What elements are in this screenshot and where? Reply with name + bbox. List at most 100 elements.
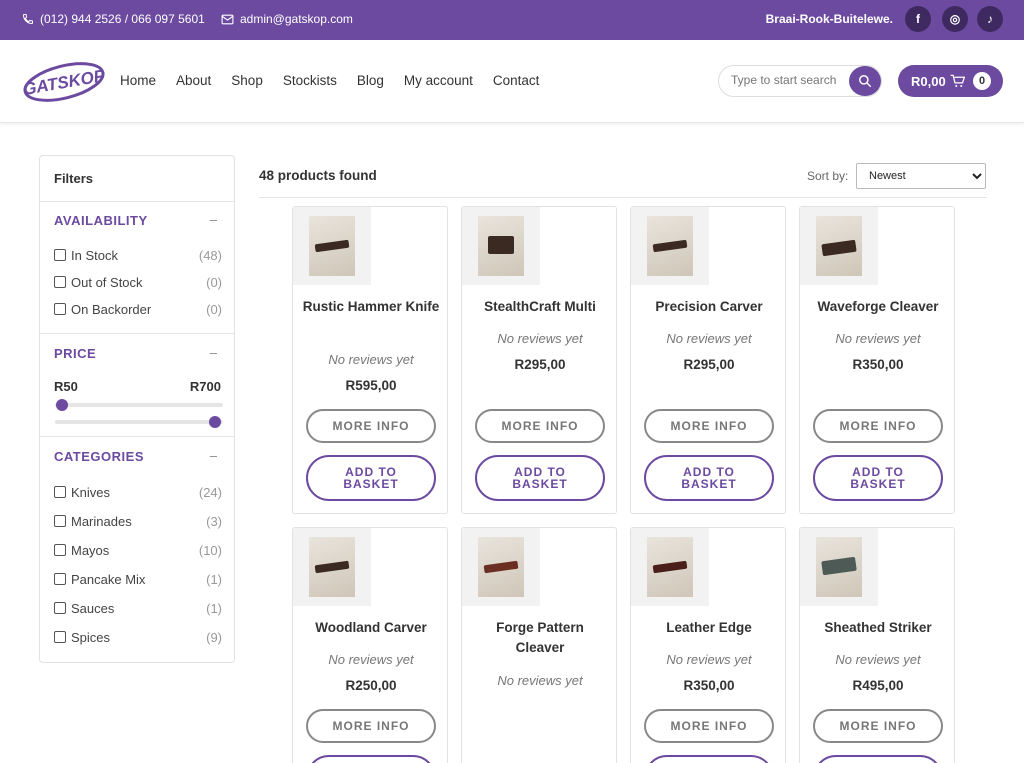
filter-category-sauces[interactable]: Sauces (1) (54, 599, 222, 617)
product-card[interactable]: Woodland Carver No reviews yet R250,00 M… (292, 527, 448, 763)
filter-count: (1) (206, 571, 222, 587)
filter-count: (24) (198, 484, 222, 500)
nav-home[interactable]: Home (120, 73, 156, 88)
product-name[interactable]: Woodland Carver (301, 618, 441, 638)
nav-stockists[interactable]: Stockists (283, 73, 337, 88)
divider (259, 197, 987, 198)
email-contact[interactable]: admin@gatskop.com (221, 12, 353, 26)
checkbox[interactable] (54, 573, 66, 585)
filter-category-mayos[interactable]: Mayos (10) (54, 541, 222, 559)
product-name[interactable]: Leather Edge (639, 618, 779, 638)
facebook-icon[interactable]: f (905, 6, 931, 32)
product-image[interactable] (462, 528, 540, 606)
price-slider-min-handle[interactable] (56, 399, 68, 411)
availability-heading[interactable]: AVAILABILITY (54, 213, 148, 228)
checkbox[interactable] (54, 303, 66, 315)
product-name[interactable]: StealthCraft Multi (470, 297, 610, 317)
filter-label: Sauces (71, 600, 115, 616)
nav-contact[interactable]: Contact (493, 73, 540, 88)
filter-count: (48) (198, 247, 222, 263)
product-image[interactable] (800, 528, 878, 606)
mail-icon (221, 14, 234, 24)
more-info-button[interactable]: MORE INFO (644, 409, 774, 443)
filter-out-of-stock[interactable]: Out of Stock (0) (54, 273, 222, 291)
product-image[interactable] (293, 207, 371, 285)
filter-on-backorder[interactable]: On Backorder (0) (54, 300, 222, 318)
top-bar: (012) 944 2526 / 066 097 5601 admin@gats… (0, 0, 1024, 40)
more-info-button[interactable]: MORE INFO (813, 409, 943, 443)
add-to-basket-button[interactable]: ADD TO BASKET (306, 455, 436, 501)
more-info-button[interactable]: MORE INFO (475, 409, 605, 443)
product-card[interactable]: Sheathed Striker No reviews yet R495,00 … (799, 527, 955, 763)
product-price: R350,00 (852, 357, 904, 372)
search-icon (859, 75, 871, 87)
product-image[interactable] (462, 207, 540, 285)
filter-label: Spices (71, 629, 111, 645)
categories-heading[interactable]: CATEGORIES (54, 449, 144, 464)
filter-in-stock[interactable]: In Stock (48) (54, 246, 222, 264)
product-card[interactable]: Leather Edge No reviews yet R350,00 MORE… (630, 527, 786, 763)
add-to-basket-button[interactable]: ADD TO BASKET (813, 455, 943, 501)
filter-label: In Stock (71, 247, 118, 263)
product-image[interactable] (800, 207, 878, 285)
nav-my-account[interactable]: My account (404, 73, 473, 88)
add-to-basket-button[interactable]: ADD TO BASKET (644, 455, 774, 501)
filter-count: (10) (198, 542, 222, 558)
product-name[interactable]: Precision Carver (639, 297, 779, 317)
checkbox[interactable] (54, 631, 66, 643)
filter-category-knives[interactable]: Knives (24) (54, 483, 222, 501)
product-reviews: No reviews yet (497, 673, 583, 688)
add-to-basket-button[interactable]: ADD TO BASKET (813, 755, 943, 763)
product-name[interactable]: Sheathed Striker (808, 618, 948, 638)
cart-button[interactable]: R0,00 0 (898, 65, 1003, 97)
product-name[interactable]: Waveforge Cleaver (808, 297, 948, 317)
checkbox[interactable] (54, 276, 66, 288)
price-collapse-icon[interactable]: – (210, 345, 217, 360)
availability-collapse-icon[interactable]: – (210, 212, 217, 227)
product-card[interactable]: Precision Carver No reviews yet R295,00 … (630, 206, 786, 514)
filter-count: (0) (206, 274, 222, 290)
product-price: R295,00 (683, 357, 735, 372)
price-heading[interactable]: PRICE (54, 346, 96, 361)
tiktok-icon[interactable]: ♪ (977, 6, 1003, 32)
checkbox[interactable] (54, 249, 66, 261)
add-to-basket-button[interactable]: ADD TO BASKET (306, 755, 436, 763)
product-card[interactable]: StealthCraft Multi No reviews yet R295,0… (461, 206, 617, 514)
more-info-button[interactable]: MORE INFO (644, 709, 774, 743)
categories-collapse-icon[interactable]: – (210, 448, 217, 463)
nav-about[interactable]: About (176, 73, 211, 88)
product-card[interactable]: Rustic Hammer Knife No reviews yet R595,… (292, 206, 448, 514)
more-info-button[interactable]: MORE INFO (306, 409, 436, 443)
product-image[interactable] (631, 207, 709, 285)
product-image[interactable] (293, 528, 371, 606)
filter-category-marinades[interactable]: Marinades (3) (54, 512, 222, 530)
filter-category-spices[interactable]: Spices (9) (54, 628, 222, 646)
add-to-basket-button[interactable]: ADD TO BASKET (644, 755, 774, 763)
product-card[interactable]: Forge Pattern Cleaver No reviews yet (461, 527, 617, 763)
more-info-button[interactable]: MORE INFO (306, 709, 436, 743)
instagram-icon[interactable]: ◎ (942, 6, 968, 32)
product-name[interactable]: Forge Pattern Cleaver (470, 618, 610, 658)
slogan: Braai-Rook-Buitelewe. (765, 12, 893, 26)
gatskop-logo[interactable]: GATSKOP (22, 58, 106, 106)
filter-count: (0) (206, 301, 222, 317)
phone-contact[interactable]: (012) 944 2526 / 066 097 5601 (22, 12, 205, 26)
product-name[interactable]: Rustic Hammer Knife (301, 297, 441, 317)
sort-select[interactable]: Newest (856, 163, 986, 189)
checkbox[interactable] (54, 515, 66, 527)
cart-icon (950, 74, 965, 87)
product-card[interactable]: Waveforge Cleaver No reviews yet R350,00… (799, 206, 955, 514)
price-max: R700 (189, 379, 221, 394)
add-to-basket-button[interactable]: ADD TO BASKET (475, 455, 605, 501)
search-input[interactable] (731, 73, 841, 87)
search-button[interactable] (849, 66, 881, 96)
checkbox[interactable] (54, 486, 66, 498)
checkbox[interactable] (54, 544, 66, 556)
nav-shop[interactable]: Shop (231, 73, 263, 88)
checkbox[interactable] (54, 602, 66, 614)
more-info-button[interactable]: MORE INFO (813, 709, 943, 743)
product-image[interactable] (631, 528, 709, 606)
nav-blog[interactable]: Blog (357, 73, 384, 88)
price-slider-max-handle[interactable] (209, 416, 221, 428)
filter-category-pancake-mix[interactable]: Pancake Mix (1) (54, 570, 222, 588)
